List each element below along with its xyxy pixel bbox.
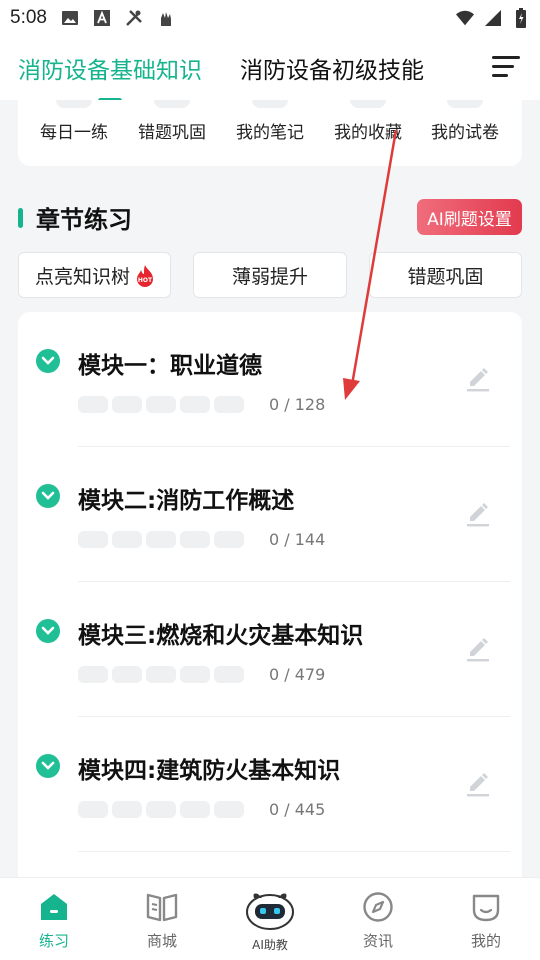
book-icon: [145, 890, 179, 924]
robot-icon: [244, 890, 296, 930]
module-progress: 0 / 445: [269, 800, 326, 819]
signal-icon: [484, 9, 502, 27]
edit-icon[interactable]: [464, 364, 492, 392]
weak-improve-button[interactable]: 薄弱提升: [193, 252, 347, 298]
nav-practice[interactable]: 练习: [14, 878, 94, 960]
progress-pills: [78, 666, 244, 683]
tool-label: 我的收藏: [334, 123, 402, 143]
tool-my-papers[interactable]: 我的试卷: [415, 100, 515, 143]
nav-mall[interactable]: 商城: [122, 878, 202, 960]
module-title: 模块三:燃烧和火灾基本知识: [78, 623, 364, 649]
tab-label: 消防设备初级技能: [240, 58, 424, 84]
ai-settings-button[interactable]: AI刷题设置: [417, 199, 522, 235]
progress-pills: [78, 801, 244, 818]
tool-icon: [252, 100, 288, 108]
module-title: 模块二:消防工作概述: [78, 488, 295, 514]
module-progress: 0 / 128: [269, 395, 326, 414]
home-icon: [37, 890, 71, 924]
chevron-down-icon[interactable]: [36, 484, 60, 508]
knowledge-tree-button[interactable]: 点亮知识树 HOT: [18, 252, 171, 298]
filter-label: 薄弱提升: [231, 265, 308, 288]
edit-icon[interactable]: [464, 499, 492, 527]
wrong-review-button[interactable]: 错题巩固: [369, 252, 522, 298]
edit-icon[interactable]: [464, 634, 492, 662]
edit-icon[interactable]: [464, 769, 492, 797]
image-icon: [61, 9, 79, 27]
status-time: 5:08: [10, 7, 47, 28]
filter-row: 点亮知识树 HOT 薄弱提升 错题巩固: [18, 252, 522, 298]
tool-icon: [56, 100, 92, 108]
nav-ai-assistant[interactable]: AI助教: [230, 878, 310, 960]
header-tabs: 消防设备基础知识 消防设备初级技能: [0, 36, 540, 103]
filter-label: 错题巩固: [407, 265, 484, 288]
tab-label: 消防设备基础知识: [18, 58, 202, 84]
module-item[interactable]: 模块一：职业道德 0 / 128: [18, 312, 522, 447]
module-item[interactable]: 模块三:燃烧和火灾基本知识 0 / 479: [18, 582, 522, 717]
hot-badge-text: HOT: [138, 277, 153, 284]
wifi-icon: [456, 9, 474, 27]
tool-label: 每日一练: [40, 123, 108, 143]
nav-label: AI助教: [252, 938, 288, 952]
tool-label: 我的笔记: [236, 123, 304, 143]
tool-my-favorites[interactable]: 我的收藏: [318, 100, 418, 143]
section-accent-bar: [18, 207, 23, 228]
nav-label: 练习: [38, 932, 69, 950]
module-list: 模块一：职业道德 0 / 128 模块二:消防工作概述 0 / 144 模块三:…: [18, 312, 522, 912]
tools-icon: [125, 9, 143, 27]
tool-icon: [447, 100, 483, 108]
bottom-nav: 练习 商城 AI助教 资讯 我的: [0, 877, 540, 960]
profile-icon: [469, 890, 503, 924]
chevron-down-icon[interactable]: [36, 349, 60, 373]
section-heading: 章节练习: [18, 200, 132, 235]
tool-my-notes[interactable]: 我的笔记: [220, 100, 320, 143]
tool-wrong-review[interactable]: 错题巩固: [122, 100, 222, 143]
module-item[interactable]: 模块二:消防工作概述 0 / 144: [18, 447, 522, 582]
filter-label: 点亮知识树: [34, 265, 130, 288]
hot-fire-icon: HOT: [134, 264, 154, 287]
compass-icon: [361, 890, 395, 924]
chevron-down-icon[interactable]: [36, 619, 60, 643]
nav-label: 资讯: [362, 932, 393, 950]
module-progress: 0 / 479: [269, 665, 326, 684]
tool-icon: [350, 100, 386, 108]
tool-daily-practice[interactable]: 每日一练: [24, 100, 124, 143]
progress-pills: [78, 531, 244, 548]
hand-icon: [157, 9, 175, 27]
tool-label: 错题巩固: [138, 123, 206, 143]
quick-tools-card: 每日一练 错题巩固 我的笔记 我的收藏 我的试卷: [18, 100, 522, 166]
menu-icon[interactable]: [492, 56, 520, 80]
nav-profile[interactable]: 我的: [446, 878, 526, 960]
module-item[interactable]: 模块四:建筑防火基本知识 0 / 445: [18, 717, 522, 852]
status-bar: 5:08: [0, 0, 540, 36]
module-title: 模块一：职业道德: [78, 353, 262, 379]
divider: [78, 851, 510, 852]
chevron-down-icon[interactable]: [36, 754, 60, 778]
tab-basic-knowledge[interactable]: 消防设备基础知识: [18, 51, 202, 103]
tool-label: 我的试卷: [431, 123, 499, 143]
progress-pills: [78, 396, 244, 413]
nav-news[interactable]: 资讯: [338, 878, 418, 960]
module-progress: 0 / 144: [269, 530, 326, 549]
battery-icon: [512, 8, 530, 28]
section-title: 章节练习: [36, 206, 132, 234]
tool-icon: [154, 100, 190, 108]
tab-junior-skills[interactable]: 消防设备初级技能: [240, 51, 424, 85]
nav-label: 商城: [146, 932, 177, 950]
nav-label: 我的: [470, 932, 501, 950]
module-title: 模块四:建筑防火基本知识: [78, 758, 341, 784]
font-icon: [93, 9, 111, 27]
